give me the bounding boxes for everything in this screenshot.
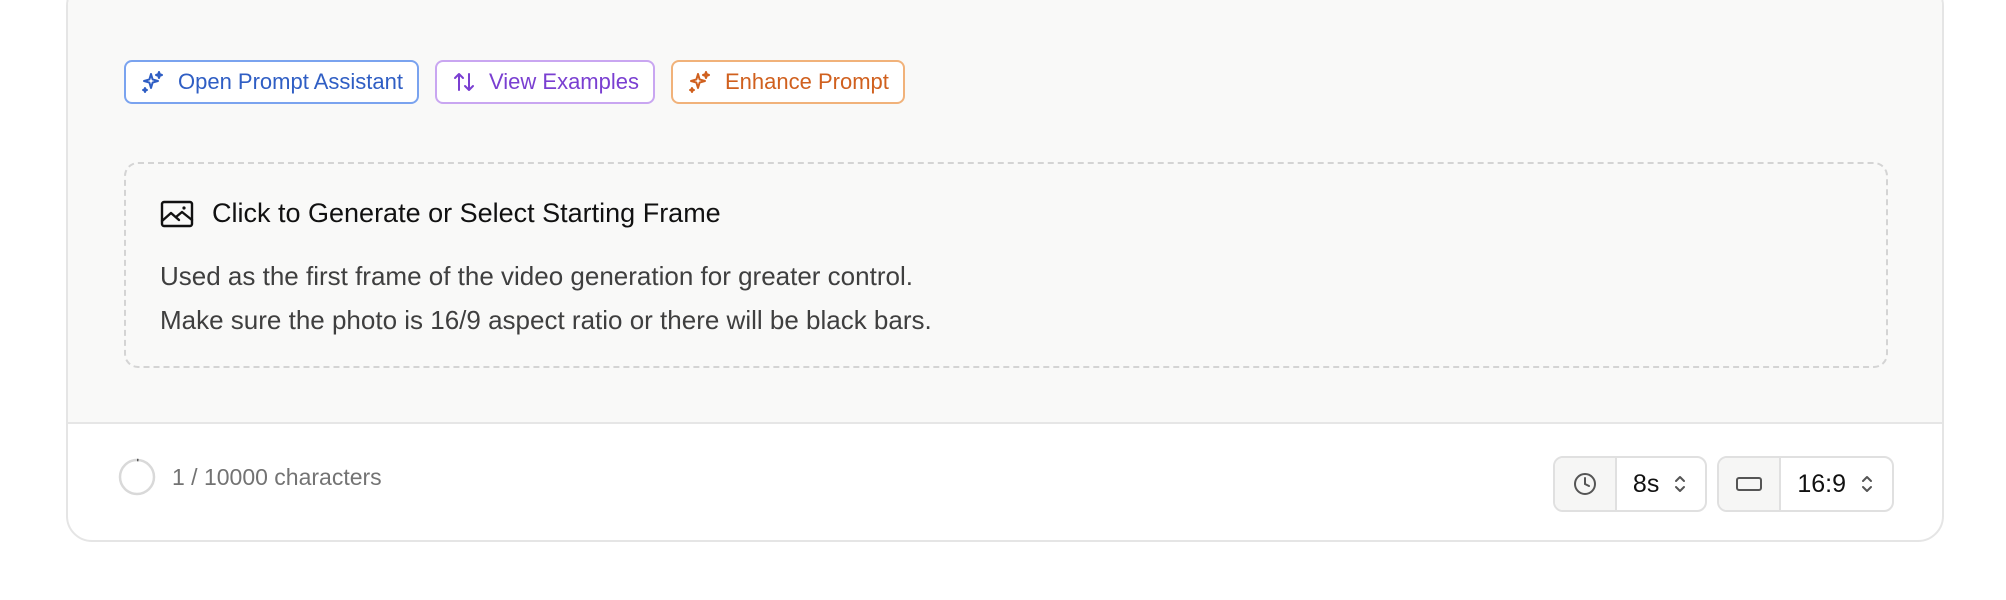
- view-examples-label: View Examples: [489, 69, 639, 94]
- starting-frame-description: Used as the first frame of the video gen…: [160, 254, 932, 342]
- starting-frame-title: Click to Generate or Select Starting Fra…: [160, 198, 721, 229]
- starting-frame-line-2: Make sure the photo is 16/9 aspect ratio…: [160, 305, 932, 335]
- sparkles-icon: [687, 69, 713, 95]
- duration-select[interactable]: 8s: [1552, 456, 1708, 512]
- image-icon: [160, 199, 194, 229]
- prompt-action-buttons: Open Prompt Assistant View Examples Enha…: [124, 60, 905, 104]
- enhance-prompt-button[interactable]: Enhance Prompt: [671, 60, 905, 104]
- chevron-up-down-icon: [1673, 474, 1687, 494]
- duration-value-text: 8s: [1632, 469, 1660, 498]
- prompt-options-panel: Open Prompt Assistant View Examples Enha…: [68, 0, 1942, 424]
- chevron-up-down-icon: [1860, 474, 1874, 494]
- starting-frame-line-1: Used as the first frame of the video gen…: [160, 261, 913, 291]
- open-prompt-assistant-label: Open Prompt Assistant: [178, 69, 403, 94]
- arrows-up-down-icon: [451, 69, 477, 95]
- prompt-footer: 1 / 10000 characters 8s 16:9: [68, 424, 1942, 540]
- generation-settings: 8s 16:9: [1552, 456, 1894, 512]
- starting-frame-dropzone[interactable]: Click to Generate or Select Starting Fra…: [124, 162, 1888, 368]
- sparkles-icon: [140, 69, 166, 95]
- progress-ring-icon: [118, 458, 156, 496]
- duration-value[interactable]: 8s: [1617, 458, 1705, 510]
- starting-frame-title-text: Click to Generate or Select Starting Fra…: [212, 198, 721, 228]
- character-counter: 1 / 10000 characters: [118, 458, 382, 496]
- character-count-text: 1 / 10000 characters: [172, 463, 382, 490]
- aspect-ratio-value-text: 16:9: [1797, 469, 1846, 498]
- aspect-ratio-value[interactable]: 16:9: [1781, 458, 1892, 510]
- view-examples-button[interactable]: View Examples: [435, 60, 655, 104]
- prompt-card: Open Prompt Assistant View Examples Enha…: [66, 0, 1944, 542]
- open-prompt-assistant-button[interactable]: Open Prompt Assistant: [124, 60, 419, 104]
- aspect-ratio-select[interactable]: 16:9: [1717, 456, 1894, 512]
- clock-icon: [1554, 458, 1617, 510]
- enhance-prompt-label: Enhance Prompt: [725, 69, 889, 94]
- rectangle-icon: [1719, 458, 1782, 510]
